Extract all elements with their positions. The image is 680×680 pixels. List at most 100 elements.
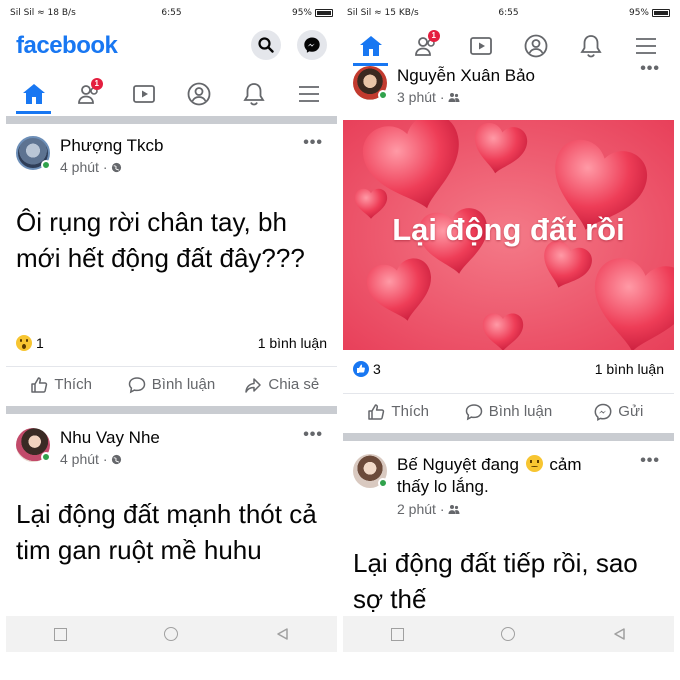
- like-icon: [31, 376, 48, 393]
- worried-emoji-icon: [525, 455, 543, 472]
- messenger-icon: [304, 37, 320, 53]
- menu-icon: [636, 38, 657, 54]
- reaction-summary[interactable]: 3 1 bình luận: [353, 359, 664, 379]
- post-actions: Thích Bình luận Chia sẻ: [6, 366, 337, 402]
- online-indicator: [41, 160, 51, 170]
- online-indicator: [378, 478, 388, 488]
- image-caption: Lại động đất rồi: [392, 212, 625, 247]
- friends-audience-icon: [448, 92, 460, 102]
- battery-icon: [652, 9, 670, 17]
- messenger-button[interactable]: [297, 30, 327, 60]
- reaction-count: 3: [373, 361, 381, 377]
- comment-count[interactable]: 1 bình luận: [595, 361, 664, 377]
- post-actions: Thích Bình luận Gửi: [343, 393, 674, 429]
- tab-watch[interactable]: [453, 26, 508, 66]
- android-nav-bar: [343, 616, 674, 652]
- home-hw-icon[interactable]: [500, 627, 515, 641]
- facebook-logo[interactable]: facebook: [16, 32, 118, 60]
- watch-icon: [133, 85, 155, 103]
- home-icon: [359, 36, 382, 56]
- like-button[interactable]: Thích: [343, 394, 453, 429]
- wow-reaction-icon: [16, 335, 32, 351]
- tab-profile[interactable]: [509, 26, 564, 66]
- share-button[interactable]: Chia sẻ: [227, 367, 337, 402]
- post-author[interactable]: Nguyễn Xuân Bảo: [397, 66, 535, 86]
- profile-icon: [187, 82, 211, 106]
- tab-profile[interactable]: [172, 74, 227, 114]
- post-image[interactable]: Lại động đất rồi: [343, 120, 674, 350]
- post-author[interactable]: Phượng Tkcb: [60, 136, 164, 156]
- reaction-summary[interactable]: 1 1 bình luận: [16, 333, 327, 353]
- post-time: 3 phút ·: [397, 89, 535, 105]
- comment-icon: [465, 403, 483, 420]
- main-nav: 1: [6, 74, 337, 114]
- tab-notifications[interactable]: [227, 74, 282, 114]
- post-author[interactable]: Nhu Vay Nhe: [60, 428, 160, 448]
- avatar[interactable]: [353, 66, 388, 100]
- more-options-button[interactable]: •••: [303, 134, 323, 152]
- comment-icon: [128, 376, 146, 393]
- feed-separator: [6, 116, 337, 124]
- avatar[interactable]: [353, 454, 388, 488]
- tab-friends[interactable]: 1: [61, 74, 116, 114]
- comment-button[interactable]: Bình luận: [453, 394, 563, 429]
- clock: 6:55: [161, 8, 182, 18]
- post-header: Nhu Vay Nhe 4 phút ·: [16, 428, 160, 467]
- recents-icon[interactable]: [54, 627, 68, 641]
- status-bar: Sil Sil ≈ 15 KB/s 6:55 95%: [343, 6, 674, 24]
- feed-separator: [6, 406, 337, 414]
- like-reaction-icon: [353, 361, 369, 377]
- avatar[interactable]: [16, 428, 51, 462]
- tab-friends[interactable]: 1: [398, 26, 453, 66]
- more-options-button[interactable]: •••: [303, 426, 323, 444]
- more-icon: •••: [640, 60, 660, 77]
- send-icon: [594, 403, 612, 421]
- android-nav-bar: [6, 616, 337, 652]
- post-time: 2 phút ·: [397, 501, 582, 517]
- post-text: Lại động đất mạnh thót cả tim gan ruột m…: [16, 499, 317, 565]
- post-header: Bế Nguyệt đang cảm thấy lo lắng. 2 phút …: [353, 454, 634, 517]
- like-button[interactable]: Thích: [6, 367, 116, 402]
- tab-notifications[interactable]: [564, 26, 619, 66]
- send-button[interactable]: Gửi: [564, 394, 674, 429]
- more-icon: •••: [640, 452, 660, 469]
- comment-button[interactable]: Bình luận: [116, 367, 226, 402]
- tab-watch[interactable]: [116, 74, 171, 114]
- more-icon: •••: [303, 134, 323, 151]
- post-header: Phượng Tkcb 4 phút ·: [16, 136, 164, 175]
- more-icon: •••: [303, 426, 323, 443]
- globe-icon: [112, 454, 122, 464]
- screenshot-collage: Sil Sil ≈ 18 B/s 6:55 95% facebook 1 Phư…: [0, 0, 680, 680]
- recents-icon[interactable]: [391, 627, 405, 641]
- tab-home[interactable]: [6, 74, 61, 114]
- search-icon: [258, 37, 274, 53]
- post-status-line: Bế Nguyệt đang cảm thấy lo lắng.: [397, 455, 582, 496]
- watch-icon: [470, 37, 492, 55]
- friends-audience-icon: [448, 504, 460, 514]
- status-bar: Sil Sil ≈ 18 B/s 6:55 95%: [6, 6, 337, 24]
- back-icon[interactable]: [612, 627, 626, 641]
- battery-icon: [315, 9, 333, 17]
- globe-icon: [112, 162, 122, 172]
- tab-menu[interactable]: [282, 74, 337, 114]
- menu-icon: [299, 86, 320, 102]
- online-indicator: [41, 452, 51, 462]
- left-phone-screen: Sil Sil ≈ 18 B/s 6:55 95% facebook 1 Phư…: [6, 0, 337, 680]
- more-options-button[interactable]: •••: [640, 452, 660, 470]
- post-text: Lại động đất tiếp rồi, sao sợ thế: [353, 548, 638, 614]
- tab-home[interactable]: [343, 26, 398, 66]
- back-icon[interactable]: [275, 627, 289, 641]
- search-button[interactable]: [251, 30, 281, 60]
- battery-indicator: 95%: [629, 8, 670, 18]
- profile-icon: [524, 34, 548, 58]
- home-icon: [22, 84, 45, 104]
- reaction-count: 1: [36, 335, 44, 351]
- feed-separator: [343, 433, 674, 441]
- friends-badge: 1: [427, 30, 440, 42]
- post-author[interactable]: Bế Nguyệt: [397, 455, 476, 474]
- more-options-button[interactable]: •••: [640, 60, 660, 78]
- home-hw-icon[interactable]: [163, 627, 178, 641]
- main-nav: 1: [343, 26, 674, 66]
- comment-count[interactable]: 1 bình luận: [258, 335, 327, 351]
- avatar[interactable]: [16, 136, 51, 170]
